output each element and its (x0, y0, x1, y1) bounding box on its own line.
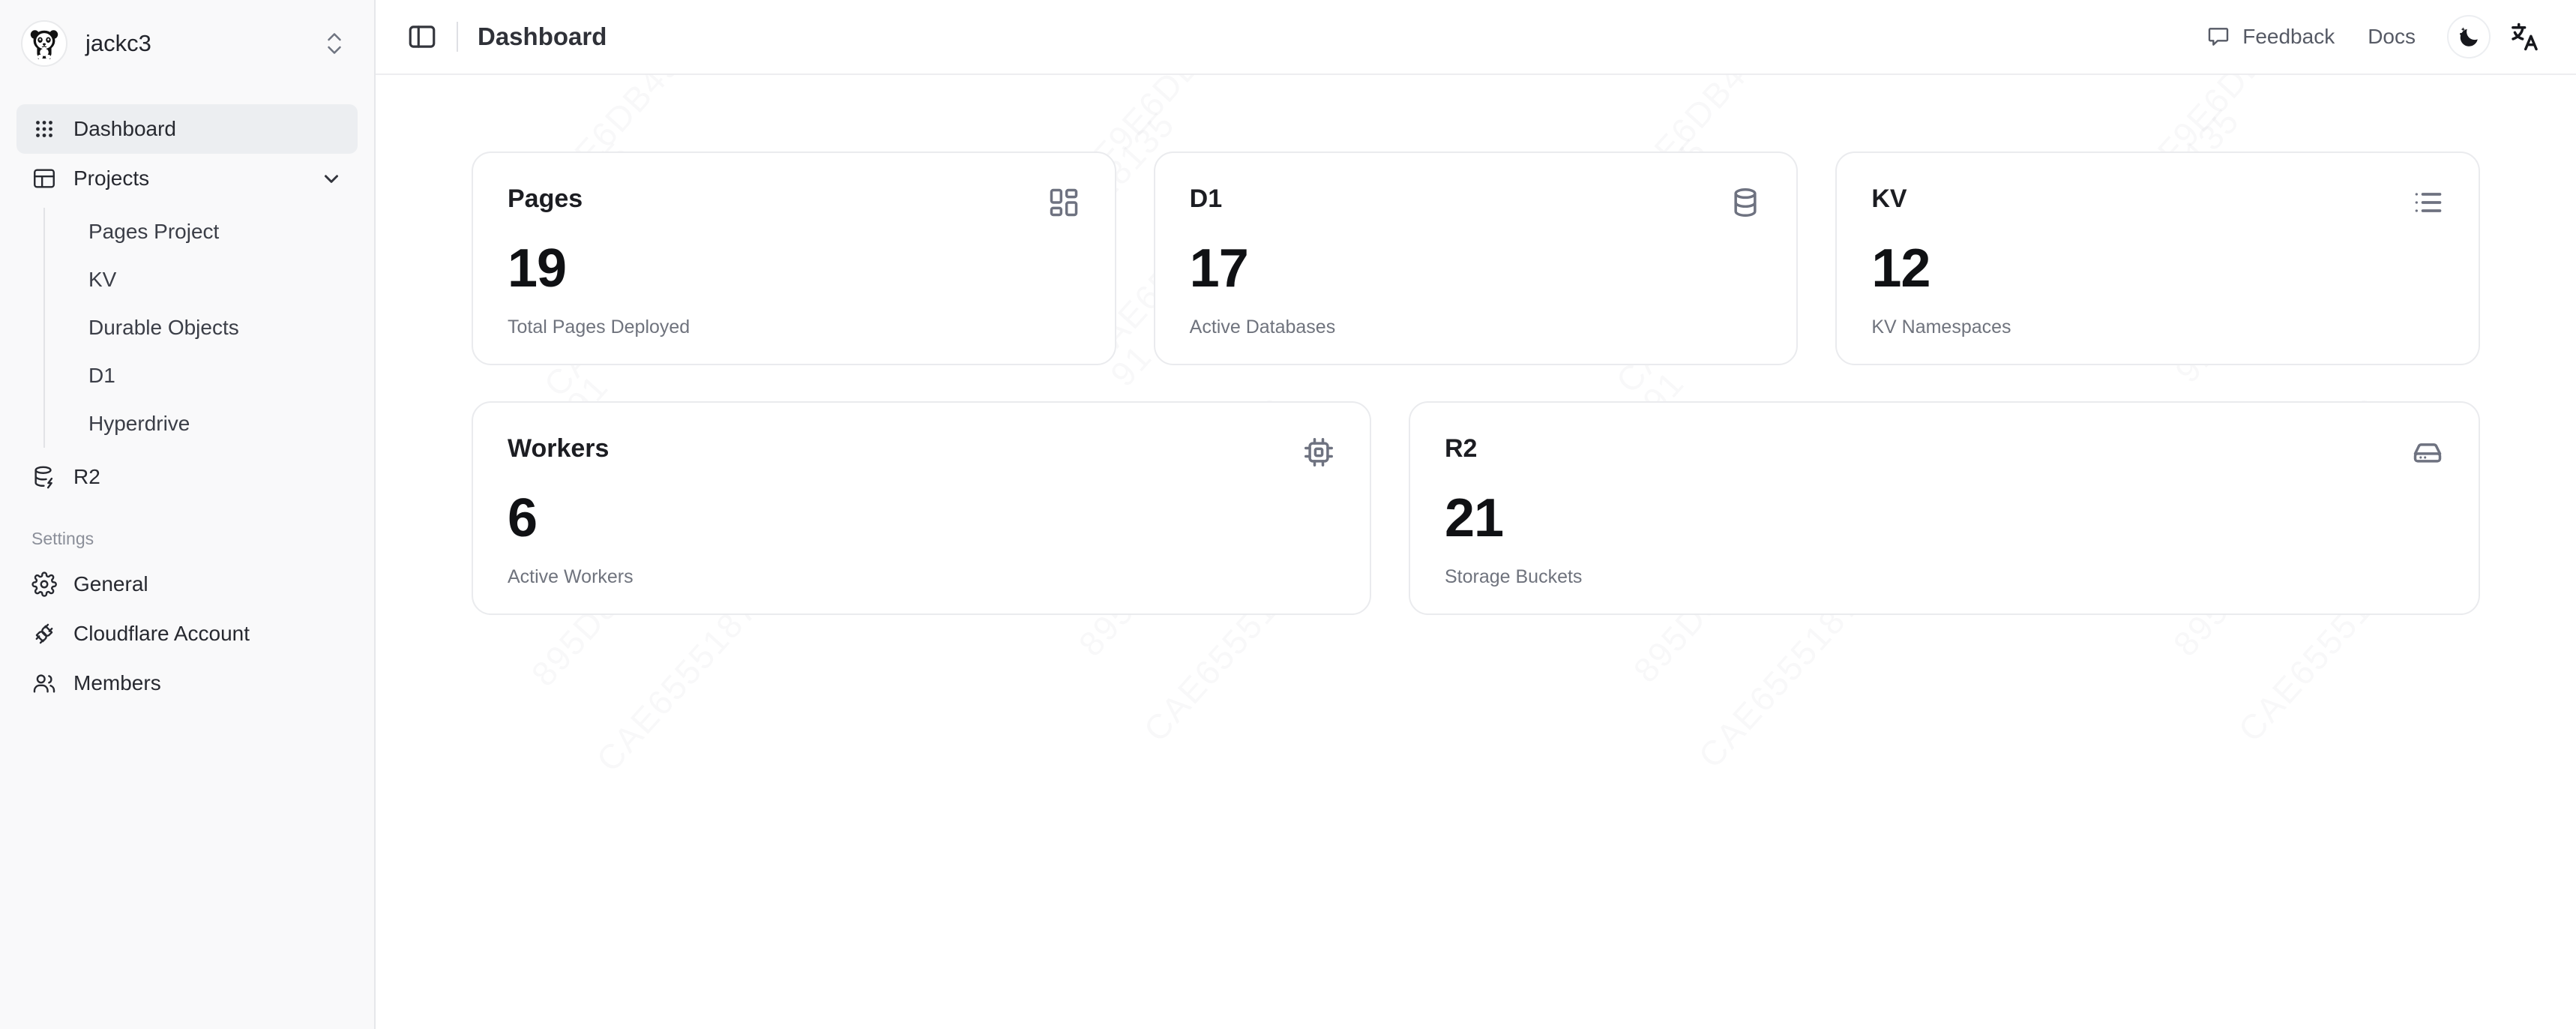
card-value: 17 (1189, 238, 1249, 298)
account-name: jackc3 (85, 29, 151, 56)
projects-subnav: Pages Project KV Durable Objects D1 Hype… (43, 208, 358, 448)
card-subtitle: Active Databases (1189, 316, 1336, 338)
sidebar-item-label: R2 (73, 465, 100, 488)
card-title: Workers (508, 434, 610, 463)
sidebar-item-members[interactable]: Members (16, 658, 358, 708)
card-title: KV (1871, 184, 1907, 213)
sidebar-item-label: Members (73, 671, 161, 694)
sidebar-subitem-durable-objects[interactable]: Durable Objects (73, 304, 358, 352)
sidebar-item-cloudflare-account[interactable]: Cloudflare Account (16, 609, 358, 658)
card-header: Workers (508, 436, 1335, 469)
card-subtitle: KV Namespaces (1871, 316, 2011, 338)
chevron-up-down-icon[interactable] (323, 29, 346, 58)
topbar-divider (457, 22, 458, 52)
sidebar-item-label: Cloudflare Account (73, 622, 250, 645)
theme-toggle-button[interactable] (2447, 15, 2491, 58)
sidebar-subitem-label: Durable Objects (88, 316, 239, 339)
card-value: 6 (508, 488, 538, 548)
card-header: D1 (1190, 186, 1763, 219)
card-subtitle: Total Pages Deployed (508, 316, 690, 338)
sidebar-subitem-label: Hyperdrive (88, 412, 190, 435)
metric-card-row-2: Workers 6 Active Workers R2 21 Storage B… (472, 401, 2480, 615)
metric-card-pages[interactable]: Pages 19 Total Pages Deployed (472, 152, 1116, 365)
translate-icon (2509, 20, 2542, 53)
card-value: 12 (1871, 238, 1931, 298)
sidebar-toggle-icon[interactable] (404, 19, 440, 55)
layout-dashboard-icon (1047, 186, 1080, 219)
card-title: R2 (1445, 434, 1478, 463)
panda-avatar-icon (21, 20, 67, 67)
metric-card-row-1: Pages 19 Total Pages Deployed D1 17 Acti… (472, 152, 2481, 365)
metric-card-d1[interactable]: D1 17 Active Databases (1153, 152, 1799, 365)
metric-card-workers[interactable]: Workers 6 Active Workers (472, 401, 1371, 615)
database-bolt-icon (31, 464, 57, 490)
users-icon (31, 670, 57, 696)
sidebar-subitem-label: Pages Project (88, 220, 220, 243)
plug-connector-icon (31, 621, 57, 646)
feedback-button[interactable]: Feedback (2190, 25, 2351, 49)
sidebar-subitem-pages-project[interactable]: Pages Project (73, 208, 358, 256)
sidebar-item-r2[interactable]: R2 (16, 452, 358, 502)
metric-card-kv[interactable]: KV 12 KV Namespaces (1835, 152, 2481, 365)
dashboard-app: jackc3 Dashboard Projects Pages Project … (0, 0, 2576, 1029)
sidebar-item-general[interactable]: General (16, 560, 358, 609)
card-subtitle: Active Workers (508, 566, 634, 587)
sidebar-subitem-label: D1 (88, 364, 115, 387)
sidebar-item-dashboard[interactable]: Dashboard (16, 104, 358, 154)
sidebar-item-label: Projects (73, 166, 150, 190)
sidebar-subitem-d1[interactable]: D1 (73, 352, 358, 400)
topbar: Dashboard Feedback Docs (376, 0, 2576, 75)
topbar-actions: Feedback Docs (2190, 15, 2546, 58)
sidebar-item-label: General (73, 572, 148, 596)
watermark-text: CAE6555187 (589, 589, 765, 779)
main-area: Dashboard Feedback Docs 91 44F9E6DB49 91… (376, 0, 2576, 1029)
language-toggle-button[interactable] (2504, 16, 2546, 58)
feedback-label: Feedback (2242, 25, 2335, 48)
layout-panel-icon (31, 166, 57, 191)
sidebar-subitem-kv[interactable]: KV (73, 256, 358, 304)
card-value: 21 (1445, 488, 1504, 548)
chat-bubble-icon (2206, 25, 2230, 49)
sidebar-item-projects[interactable]: Projects (16, 154, 358, 203)
cpu-chip-icon (1302, 436, 1335, 469)
card-header: KV (1871, 186, 2444, 219)
docs-link[interactable]: Docs (2351, 25, 2432, 49)
card-value: 19 (508, 238, 567, 298)
card-title: D1 (1189, 184, 1223, 213)
docs-label: Docs (2368, 25, 2416, 48)
sidebar-item-label: Dashboard (73, 117, 176, 140)
sidebar: jackc3 Dashboard Projects Pages Project … (0, 0, 376, 1029)
page-title: Dashboard (478, 22, 607, 50)
dashboard-content: 44F9E6DB49 895D818135 CAE6555187 91 44F9… (376, 75, 2576, 1029)
list-icon (2411, 186, 2444, 219)
hard-drive-icon (2411, 436, 2444, 469)
chevron-down-icon[interactable] (320, 167, 343, 190)
moon-stars-icon (2456, 24, 2482, 50)
sidebar-nav: Dashboard Projects Pages Project KV Dura… (0, 86, 374, 708)
gear-icon (31, 572, 57, 597)
card-header: R2 (1445, 436, 2444, 469)
grid-dots-icon (31, 116, 57, 142)
card-title: Pages (508, 184, 583, 213)
sidebar-subitem-hyperdrive[interactable]: Hyperdrive (73, 400, 358, 448)
metric-card-r2[interactable]: R2 21 Storage Buckets (1409, 401, 2480, 615)
sidebar-section-settings: Settings (31, 529, 94, 548)
card-subtitle: Storage Buckets (1445, 566, 1583, 587)
account-switcher[interactable]: jackc3 (0, 0, 374, 86)
card-header: Pages (508, 186, 1080, 219)
sidebar-subitem-label: KV (88, 268, 117, 291)
database-icon (1729, 186, 1762, 219)
